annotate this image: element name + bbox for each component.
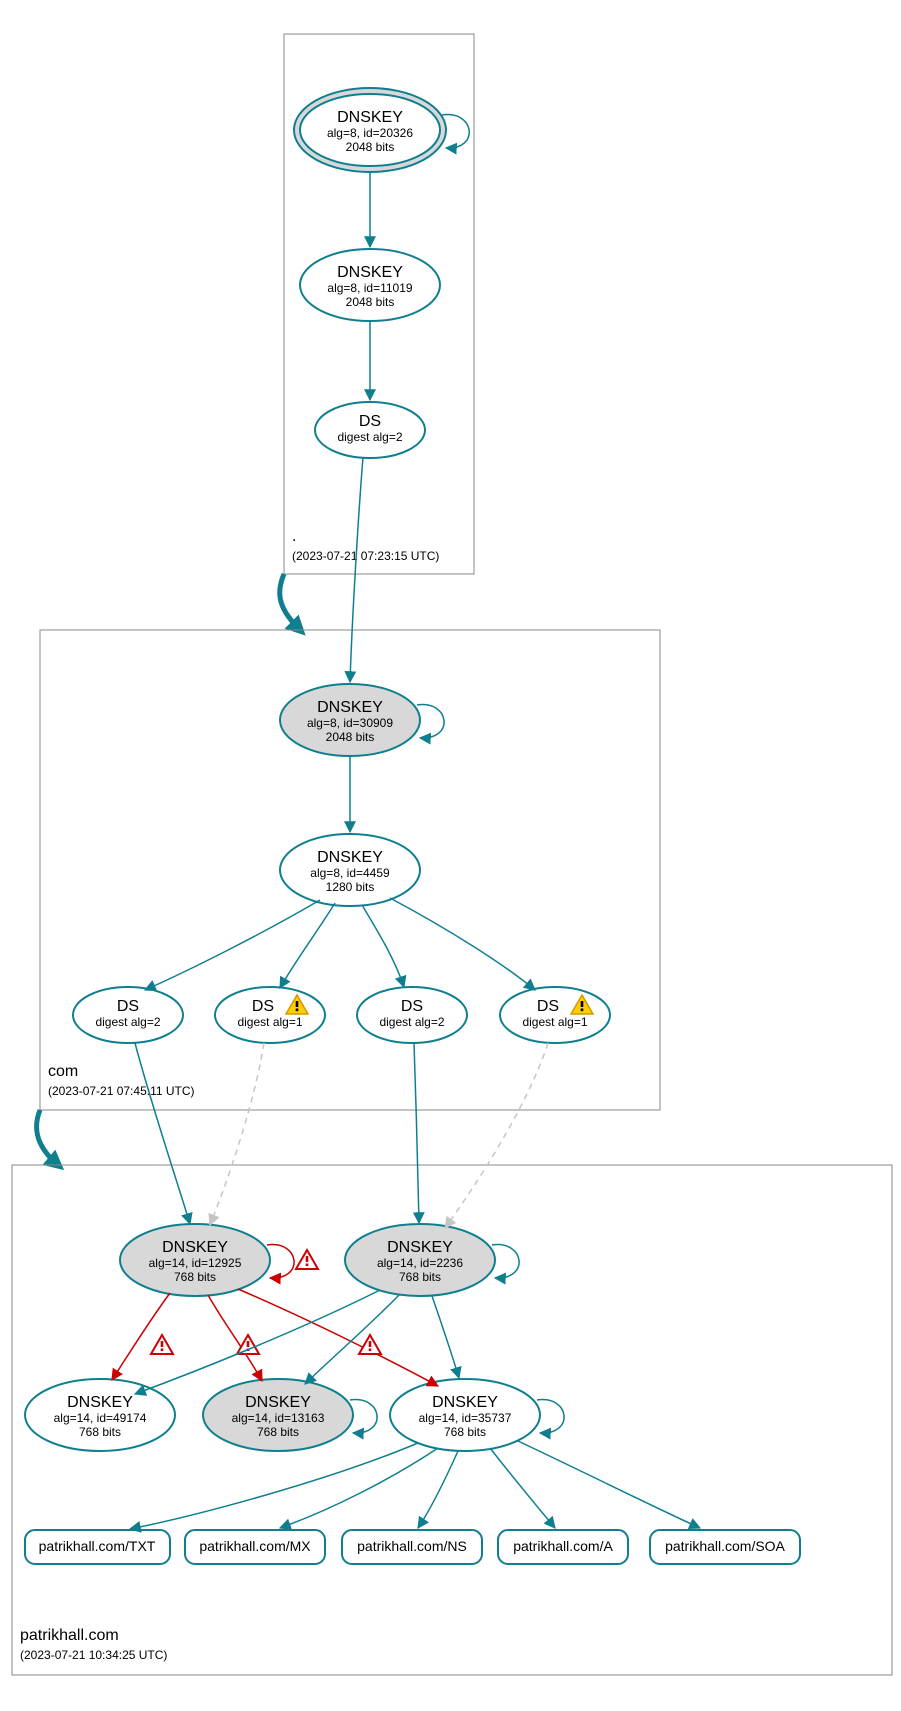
svg-text:alg=14, id=2236: alg=14, id=2236 (377, 1256, 463, 1270)
svg-text:DNSKEY: DNSKEY (432, 1394, 498, 1411)
edge-com-ksk-self (417, 705, 444, 739)
svg-text:DNSKEY: DNSKEY (317, 699, 383, 716)
svg-text:DS: DS (359, 413, 381, 430)
rrset-txt[interactable]: patrikhall.com/TXT (25, 1530, 170, 1564)
zone-timestamp-domain: (2023-07-21 10:34:25 UTC) (20, 1648, 167, 1662)
node-domain-ksk1[interactable]: DNSKEY alg=14, id=12925 768 bits (120, 1224, 270, 1296)
svg-text:2048 bits: 2048 bits (346, 140, 395, 154)
svg-text:DS: DS (401, 998, 423, 1015)
svg-text:768 bits: 768 bits (399, 1270, 441, 1284)
svg-text:DNSKEY: DNSKEY (337, 264, 403, 281)
error-icon (296, 1250, 318, 1269)
svg-text:DNSKEY: DNSKEY (317, 849, 383, 866)
svg-text:alg=14, id=35737: alg=14, id=35737 (419, 1411, 512, 1425)
zone-timestamp-com: (2023-07-21 07:45:11 UTC) (48, 1084, 195, 1098)
svg-text:DNSKEY: DNSKEY (67, 1394, 133, 1411)
svg-text:patrikhall.com/A: patrikhall.com/A (513, 1538, 613, 1554)
svg-text:2048 bits: 2048 bits (346, 295, 395, 309)
zone-name-domain: patrikhall.com (20, 1627, 119, 1644)
error-icon (151, 1335, 173, 1354)
edge-ksk2-zsk1 (135, 1290, 380, 1394)
rrset-ns[interactable]: patrikhall.com/NS (342, 1530, 482, 1564)
svg-text:DNSKEY: DNSKEY (387, 1239, 453, 1256)
zone-name-com: com (48, 1063, 78, 1080)
node-domain-ksk2[interactable]: DNSKEY alg=14, id=2236 768 bits (345, 1224, 495, 1296)
svg-text:alg=14, id=13163: alg=14, id=13163 (232, 1411, 325, 1425)
dnssec-auth-graph: . (2023-07-21 07:23:15 UTC) DNSKEY alg=8… (0, 0, 901, 1711)
svg-text:digest alg=2: digest alg=2 (95, 1015, 160, 1029)
svg-text:patrikhall.com/MX: patrikhall.com/MX (199, 1538, 311, 1554)
edge-delegation-root-com (280, 574, 300, 630)
edge-ds3-ksk2 (414, 1043, 419, 1223)
edge-zsk3-ns (418, 1451, 458, 1528)
svg-text:patrikhall.com/NS: patrikhall.com/NS (357, 1538, 467, 1554)
svg-text:patrikhall.com/TXT: patrikhall.com/TXT (39, 1538, 156, 1554)
edge-zsk3-a (490, 1448, 555, 1528)
svg-text:DNSKEY: DNSKEY (245, 1394, 311, 1411)
svg-text:DS: DS (252, 998, 274, 1015)
svg-text:1280 bits: 1280 bits (326, 880, 375, 894)
edge-ksk2-zsk3 (432, 1296, 459, 1378)
edge-ksk1-zsk3 (238, 1289, 438, 1386)
svg-text:digest alg=2: digest alg=2 (379, 1015, 444, 1029)
rrset-a[interactable]: patrikhall.com/A (498, 1530, 628, 1564)
node-com-ksk[interactable]: DNSKEY alg=8, id=30909 2048 bits (280, 684, 420, 756)
svg-text:768 bits: 768 bits (257, 1425, 299, 1439)
error-icon (359, 1335, 381, 1354)
svg-text:DS: DS (117, 998, 139, 1015)
zone-timestamp-root: (2023-07-21 07:23:15 UTC) (292, 549, 439, 563)
edge-ds1-ksk1 (135, 1043, 190, 1224)
svg-text:alg=8, id=20326: alg=8, id=20326 (327, 126, 413, 140)
svg-text:patrikhall.com/SOA: patrikhall.com/SOA (665, 1538, 785, 1554)
svg-text:2048 bits: 2048 bits (326, 730, 375, 744)
node-domain-zsk2[interactable]: DNSKEY alg=14, id=13163 768 bits (203, 1379, 353, 1451)
svg-text:alg=14, id=49174: alg=14, id=49174 (54, 1411, 147, 1425)
svg-text:digest alg=1: digest alg=1 (522, 1015, 587, 1029)
edge-ds2-ksk1 (210, 1043, 264, 1225)
node-com-zsk[interactable]: DNSKEY alg=8, id=4459 1280 bits (280, 834, 420, 906)
edge-domain-ksk2-self (492, 1245, 519, 1279)
svg-text:alg=8, id=30909: alg=8, id=30909 (307, 716, 393, 730)
svg-text:alg=14, id=12925: alg=14, id=12925 (149, 1256, 242, 1270)
svg-text:768 bits: 768 bits (444, 1425, 486, 1439)
node-com-ds1[interactable]: DS digest alg=2 (73, 987, 183, 1043)
svg-text:DNSKEY: DNSKEY (162, 1239, 228, 1256)
node-root-zsk[interactable]: DNSKEY alg=8, id=11019 2048 bits (300, 249, 440, 321)
edge-ksk2-zsk2 (305, 1294, 400, 1384)
svg-text:alg=8, id=4459: alg=8, id=4459 (310, 866, 390, 880)
edge-com-zsk-ds1 (145, 900, 320, 990)
node-root-ds[interactable]: DS digest alg=2 (315, 402, 425, 458)
edge-com-zsk-ds2 (280, 903, 335, 988)
zone-name-root: . (292, 528, 296, 545)
svg-text:digest alg=1: digest alg=1 (237, 1015, 302, 1029)
rrset-soa[interactable]: patrikhall.com/SOA (650, 1530, 800, 1564)
edge-zsk3-mx (280, 1448, 438, 1528)
node-com-ds3[interactable]: DS digest alg=2 (357, 987, 467, 1043)
svg-text:768 bits: 768 bits (174, 1270, 216, 1284)
edge-domain-zsk3-self (537, 1400, 564, 1434)
edge-com-zsk-ds3 (362, 905, 404, 987)
svg-text:alg=8, id=11019: alg=8, id=11019 (327, 281, 413, 295)
node-root-ksk[interactable]: DNSKEY alg=8, id=20326 2048 bits (294, 88, 446, 172)
edge-ds4-ksk2 (445, 1043, 548, 1228)
edge-delegation-com-domain (37, 1110, 58, 1165)
svg-text:DNSKEY: DNSKEY (337, 109, 403, 126)
edge-domain-zsk2-self (350, 1400, 377, 1434)
node-com-ds2[interactable]: DS digest alg=1 (215, 987, 325, 1043)
node-com-ds4[interactable]: DS digest alg=1 (500, 987, 610, 1043)
edge-com-zsk-ds4 (390, 898, 535, 990)
svg-text:768 bits: 768 bits (79, 1425, 121, 1439)
edge-zsk3-soa (518, 1441, 700, 1528)
edge-domain-ksk1-self (267, 1245, 294, 1279)
node-domain-zsk3[interactable]: DNSKEY alg=14, id=35737 768 bits (390, 1379, 540, 1451)
edge-root-ds-com-ksk (350, 457, 363, 682)
edge-ksk1-zsk2 (208, 1295, 262, 1381)
node-domain-zsk1[interactable]: DNSKEY alg=14, id=49174 768 bits (25, 1379, 175, 1451)
svg-text:digest alg=2: digest alg=2 (337, 430, 402, 444)
rrset-mx[interactable]: patrikhall.com/MX (185, 1530, 325, 1564)
svg-text:DS: DS (537, 998, 559, 1015)
